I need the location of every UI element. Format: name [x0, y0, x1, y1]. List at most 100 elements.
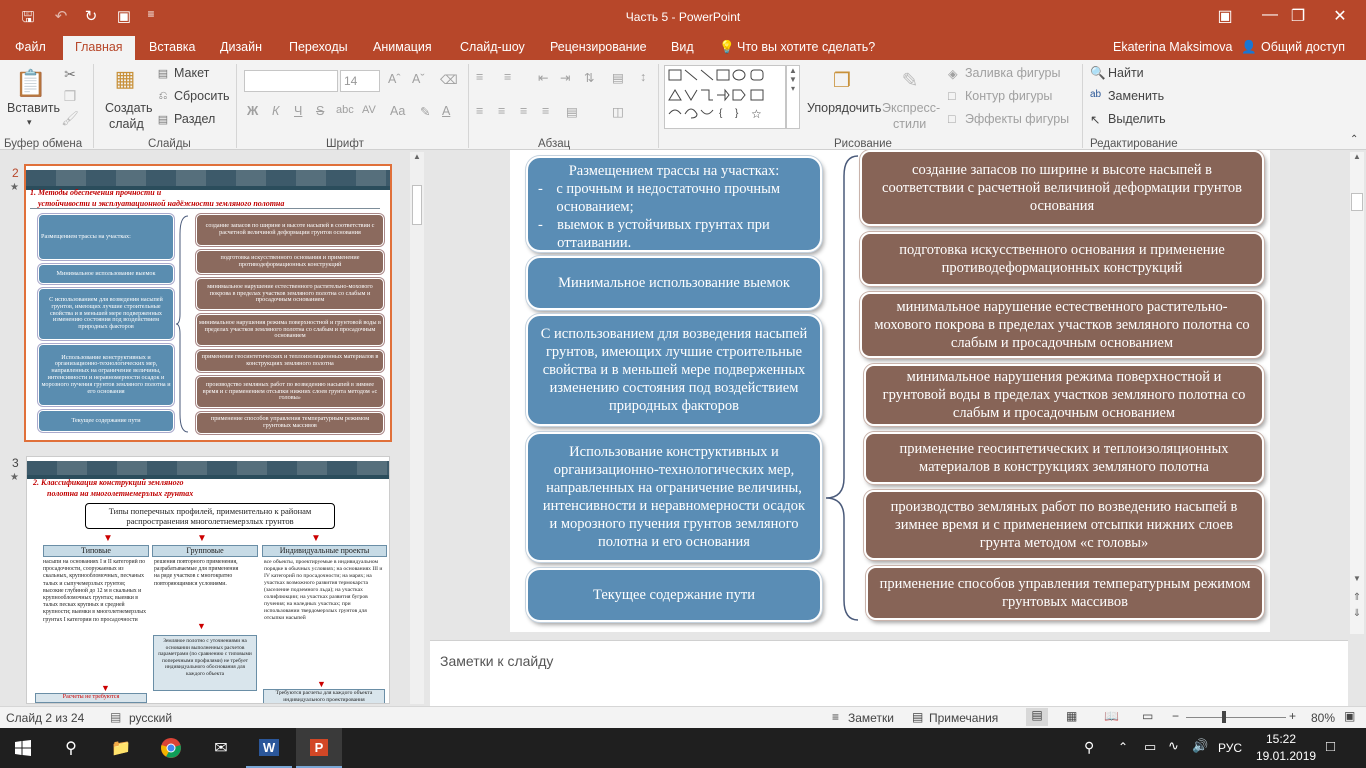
new-slide-icon[interactable]: ▦ [110, 64, 140, 94]
search-icon[interactable]: ⚲ [48, 728, 94, 768]
right-box-3[interactable]: минимальное нарушение естественного раст… [860, 292, 1264, 358]
close-icon[interactable]: ✕ [1325, 6, 1355, 26]
slide-scrollbar[interactable]: ▲ ▼ ⇑ ⇓ [1350, 152, 1364, 634]
right-box-4[interactable]: минимальное нарушения режима поверхностн… [864, 364, 1264, 426]
next-slide-icon[interactable]: ⇓ [1350, 608, 1364, 619]
format-painter-icon[interactable]: 🖌 [61, 110, 79, 126]
scroll-thumb[interactable] [1351, 193, 1363, 211]
comments-button[interactable]: Примечания [929, 711, 998, 725]
shadow-button[interactable]: abc [336, 104, 354, 116]
people-icon[interactable]: ⚲ [1084, 739, 1094, 756]
cut-icon[interactable]: ✂ [62, 66, 78, 82]
left-box-maintenance[interactable]: Текущее содержание пути [526, 568, 822, 622]
copy-icon[interactable]: ❐ [62, 88, 78, 104]
tab-animations[interactable]: Анимация [373, 40, 432, 54]
shrink-font-icon[interactable]: Aˇ [412, 72, 425, 86]
tab-transitions[interactable]: Переходы [289, 40, 348, 54]
reading-view-icon[interactable]: 📖 [1104, 709, 1119, 723]
columns-icon[interactable]: ▤ [612, 70, 624, 85]
scroll-down-icon[interactable]: ▼ [1350, 574, 1364, 583]
slideshow-view-icon[interactable]: ▭ [1142, 709, 1153, 723]
ribbon-display-icon[interactable]: ▣ [1210, 6, 1240, 26]
quick-styles-icon[interactable]: ✎ [896, 66, 924, 94]
bold-button[interactable]: Ж [247, 104, 258, 118]
share-button[interactable]: Общий доступ [1261, 40, 1345, 54]
tell-me-input[interactable]: Что вы хотите сделать? [737, 40, 875, 54]
grow-font-icon[interactable]: Aˆ [388, 72, 401, 86]
new-slide-button[interactable]: Создать [105, 101, 153, 115]
tab-design[interactable]: Дизайн [220, 40, 262, 54]
zoom-in-icon[interactable]: + [1289, 709, 1296, 723]
numbering-icon[interactable]: ≡ [504, 70, 511, 84]
justify-icon[interactable]: ≡ [542, 104, 549, 118]
tab-review[interactable]: Рецензирование [550, 40, 647, 54]
notes-placeholder[interactable]: Заметки к слайду [440, 653, 553, 669]
tab-view[interactable]: Вид [671, 40, 694, 54]
reset-button[interactable]: Сбросить [174, 89, 230, 103]
chevron-down-icon[interactable]: ▾ [27, 117, 32, 128]
current-slide[interactable]: Размещением трассы на участках: -с прочн… [510, 150, 1270, 632]
word-icon[interactable]: W [246, 728, 292, 768]
bullets-icon[interactable]: ≡ [476, 70, 483, 84]
find-button[interactable]: Найти [1108, 66, 1144, 80]
font-family-input[interactable] [244, 70, 338, 92]
tab-file[interactable]: Файл [15, 40, 46, 54]
shapes-gallery[interactable]: {} ☆ [664, 65, 786, 129]
strikethrough-button[interactable]: S [316, 104, 324, 118]
notifications-icon[interactable]: □ [1326, 738, 1335, 755]
quick-styles-button[interactable]: Экспресс- [882, 101, 940, 115]
tab-slideshow[interactable]: Слайд-шоу [460, 40, 525, 54]
maximize-icon[interactable]: ❐ [1283, 6, 1313, 26]
left-box-route[interactable]: Размещением трассы на участках: -с прочн… [526, 156, 822, 252]
shape-effects-button[interactable]: Эффекты фигуры [965, 112, 1069, 126]
collapse-ribbon-icon[interactable]: ⌃ [1350, 134, 1358, 145]
battery-icon[interactable]: ▭ [1144, 739, 1156, 755]
right-box-2[interactable]: подготовка искусственного основания и пр… [860, 232, 1264, 286]
font-size-input[interactable]: 14 [340, 70, 380, 92]
input-language[interactable]: РУС [1218, 741, 1242, 755]
user-name[interactable]: Ekaterina Maksimova [1113, 40, 1233, 54]
align-center-icon[interactable]: ≡ [498, 104, 505, 118]
align-right-icon[interactable]: ≡ [520, 104, 527, 118]
right-box-1[interactable]: создание запасов по ширине и высоте насы… [860, 150, 1264, 226]
zoom-slider[interactable] [1186, 717, 1286, 718]
outdent-icon[interactable]: ⇤ [538, 70, 548, 85]
slide-thumbnail-2[interactable]: 1. Методы обеспечения прочности и устойч… [24, 164, 392, 442]
spellcheck-icon[interactable]: ▤ [110, 710, 121, 724]
underline-button[interactable]: Ч [294, 104, 302, 118]
change-case-button[interactable]: Aa [390, 104, 405, 118]
wifi-icon[interactable]: ∿ [1168, 738, 1179, 754]
mail-icon[interactable]: ✉ [198, 728, 244, 768]
paste-icon[interactable]: 📋 [14, 66, 48, 100]
char-spacing-button[interactable]: AV [362, 104, 376, 116]
line-spacing-icon[interactable]: ⇅ [584, 70, 594, 85]
start-icon[interactable] [0, 728, 46, 768]
align-text-icon[interactable]: ▤ [566, 104, 578, 119]
prev-slide-icon[interactable]: ⇑ [1350, 592, 1364, 603]
right-box-6[interactable]: производство земляных работ по возведени… [864, 490, 1264, 560]
left-box-measures[interactable]: Использование конструктивных и организац… [526, 432, 822, 562]
tab-insert[interactable]: Вставка [149, 40, 195, 54]
fit-slide-icon[interactable]: ▣ [1344, 709, 1355, 723]
smartart-icon[interactable]: ◫ [612, 104, 624, 119]
align-left-icon[interactable]: ≡ [476, 104, 483, 118]
scroll-thumb[interactable] [412, 185, 422, 225]
shapes-scroll[interactable]: ▲ ▼ ▾ [786, 65, 800, 129]
arrange-button[interactable]: Упорядочить [807, 101, 881, 115]
clock-date[interactable]: 19.01.2019 [1256, 749, 1316, 763]
powerpoint-icon[interactable]: P [296, 728, 342, 768]
minimize-icon[interactable]: — [1255, 6, 1285, 24]
arrange-icon[interactable]: ❐ [828, 66, 856, 94]
notes-pane[interactable]: Заметки к слайду [430, 640, 1348, 706]
tab-home[interactable]: Главная [63, 36, 135, 60]
notes-button[interactable]: Заметки [848, 711, 894, 725]
font-color-icon[interactable]: A [442, 104, 450, 118]
text-direction-icon[interactable]: ↕ [640, 70, 646, 84]
left-box-excavations[interactable]: Минимальное использование выемок [526, 256, 822, 310]
normal-view-icon[interactable]: ▤ [1026, 708, 1048, 726]
clear-format-icon[interactable]: ⌫ [440, 72, 458, 87]
zoom-slider-thumb[interactable] [1222, 711, 1226, 723]
scroll-up-icon[interactable]: ▲ [410, 152, 424, 161]
replace-button[interactable]: Заменить [1108, 89, 1164, 103]
slide-thumbnail-3[interactable]: 2. Классификация конструкций земляного п… [26, 456, 390, 704]
